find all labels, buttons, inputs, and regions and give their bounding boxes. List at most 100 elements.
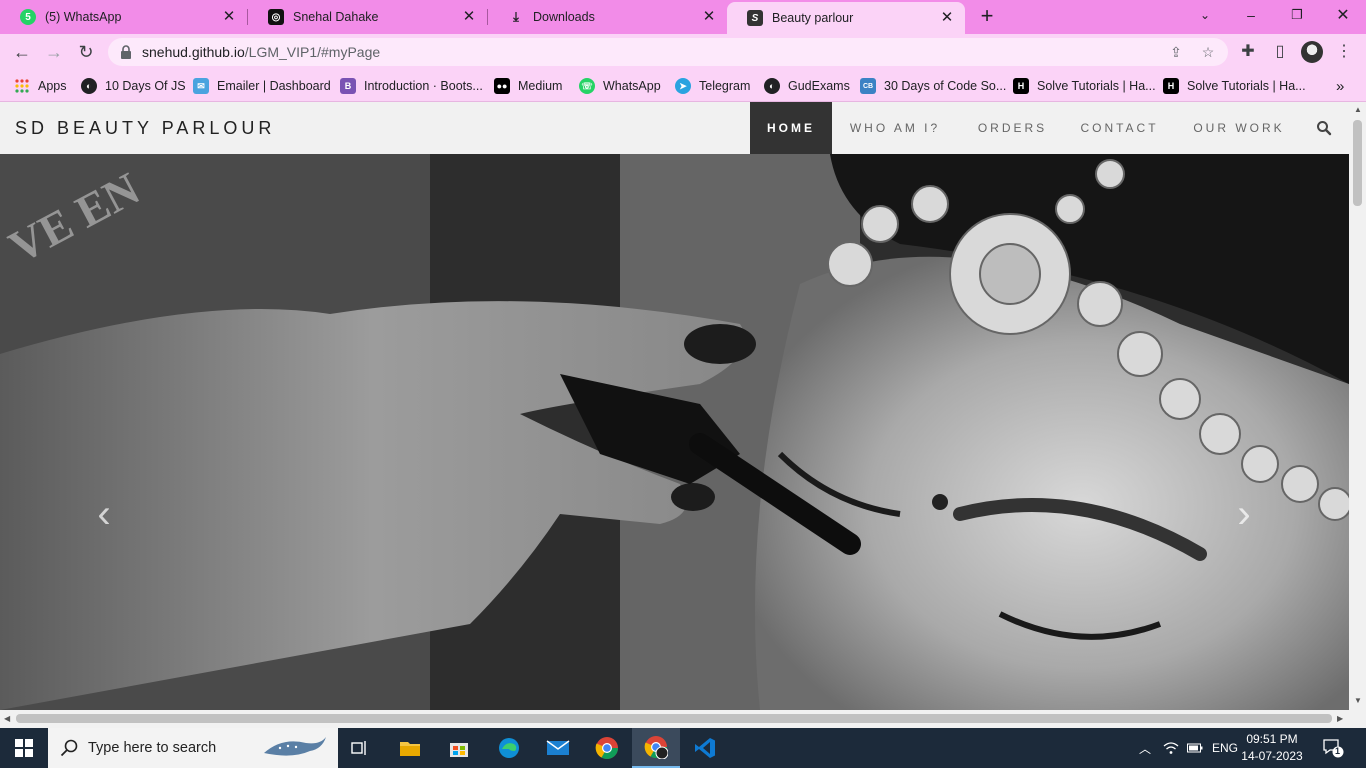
forward-button[interactable]: → [42, 40, 66, 64]
bookmark-whatsapp[interactable]: ☏ WhatsApp [579, 77, 661, 95]
globe-icon: ◐ [81, 78, 97, 94]
scroll-left-icon[interactable]: ◀ [4, 714, 10, 723]
bookmark-bootstrap[interactable]: B Introduction · Boots... [340, 77, 483, 95]
hero-carousel: VE EN ‹ › [0, 154, 1349, 710]
tab-beauty-parlour[interactable]: S Beauty parlour ✕ [727, 2, 965, 34]
notification-center-icon[interactable]: 1 [1322, 738, 1344, 758]
new-tab-button[interactable]: + [976, 5, 998, 28]
share-icon[interactable]: ⇪ [1168, 44, 1184, 60]
close-window-button[interactable]: ✕ [1320, 0, 1366, 30]
hackerrank-icon: H [1163, 78, 1179, 94]
bookmark-label: WhatsApp [603, 79, 661, 93]
file-explorer-icon[interactable] [386, 728, 434, 768]
extensions-icon[interactable]: ✚ [1238, 42, 1258, 62]
scroll-up-icon[interactable]: ▲ [1354, 105, 1362, 114]
telegram-icon: ➤ [675, 78, 691, 94]
nav-contact[interactable]: CONTACT [1068, 102, 1171, 154]
language-indicator[interactable]: ENG [1212, 728, 1238, 768]
close-tab-icon[interactable]: ✕ [461, 9, 477, 25]
vscode-icon[interactable] [681, 728, 729, 768]
tab-title: Downloads [533, 10, 595, 24]
bookmark-label: Emailer | Dashboard [217, 79, 331, 93]
nav-orders[interactable]: ORDERS [965, 102, 1060, 154]
bookmark-apps[interactable]: Apps [14, 77, 67, 95]
horizontal-scroll-thumb[interactable] [16, 714, 1332, 723]
emailer-icon: ✉ [193, 78, 209, 94]
horizontal-scrollbar[interactable]: ◀ ▶ [0, 710, 1349, 728]
side-panel-icon[interactable]: ▯ [1270, 42, 1290, 62]
search-highlight-icon [264, 737, 326, 756]
reload-button[interactable]: ↻ [74, 40, 98, 64]
bookmark-medium[interactable]: ●● Medium [494, 77, 562, 95]
store-icon[interactable] [435, 728, 483, 768]
bookmark-telegram[interactable]: ➤ Telegram [675, 77, 750, 95]
close-tab-icon[interactable]: ✕ [939, 10, 955, 26]
tab-snehal-dahake[interactable]: ◎ Snehal Dahake ✕ [248, 0, 487, 34]
hero-image: VE EN [0, 154, 1349, 710]
chrome-menu-icon[interactable]: ⋮ [1334, 42, 1354, 62]
download-icon: ⤓ [513, 9, 519, 24]
codebeautify-icon: CB [860, 78, 876, 94]
browser-toolbar: ← → ↻ snehud.github.io/LGM_VIP1/#myPage … [0, 34, 1366, 70]
taskbar-clock[interactable]: 09:51 PM 14-07-2023 [1240, 731, 1304, 765]
restore-button[interactable]: ❐ [1274, 0, 1320, 30]
bookmark-10-days-of-js[interactable]: ◐ 10 Days Of JS [81, 77, 186, 95]
taskbar-search-box[interactable]: Type here to search [48, 728, 338, 768]
bookmark-emailer[interactable]: ✉ Emailer | Dashboard [193, 77, 331, 95]
bookmark-30-days-of-code[interactable]: CB 30 Days of Code So... [860, 77, 1006, 95]
search-icon[interactable] [1316, 120, 1332, 136]
medium-icon: ●● [494, 78, 510, 94]
battery-icon[interactable] [1187, 728, 1203, 768]
site-navbar: SD BEAUTY PARLOUR HOME WHO AM I? ORDERS … [0, 102, 1349, 154]
carousel-prev-button[interactable]: ‹ [89, 494, 119, 534]
bootstrap-icon: B [340, 78, 356, 94]
bookmark-label: GudExams [788, 79, 850, 93]
minimize-button[interactable]: – [1228, 0, 1274, 30]
nav-our-work[interactable]: OUR WORK [1180, 102, 1298, 154]
close-tab-icon[interactable]: ✕ [701, 9, 717, 25]
scroll-right-icon[interactable]: ▶ [1337, 714, 1343, 723]
edge-icon[interactable] [485, 728, 533, 768]
tab-whatsapp[interactable]: 5 (5) WhatsApp ✕ [0, 0, 247, 34]
url-host: snehud.github.io [142, 44, 245, 60]
whatsapp-icon: ☏ [579, 78, 595, 94]
clock-time: 09:51 PM [1246, 732, 1298, 746]
mail-icon[interactable] [534, 728, 582, 768]
nav-who-am-i[interactable]: WHO AM I? [835, 102, 955, 154]
nav-home[interactable]: HOME [750, 102, 832, 154]
search-placeholder: Type here to search [88, 740, 217, 756]
show-hidden-icons[interactable]: ︿ [1139, 728, 1151, 768]
start-button[interactable] [0, 728, 48, 768]
tab-strip: 5 (5) WhatsApp ✕ ◎ Snehal Dahake ✕ ⤓ Dow… [0, 0, 1366, 34]
address-bar[interactable]: snehud.github.io/LGM_VIP1/#myPage [108, 38, 1228, 66]
tab-title: (5) WhatsApp [45, 10, 122, 24]
s-site-icon: S [747, 10, 763, 26]
back-button[interactable]: ← [10, 40, 34, 64]
wifi-icon[interactable] [1163, 728, 1179, 768]
profile-site-icon: ◎ [268, 9, 284, 25]
profile-avatar[interactable] [1301, 41, 1323, 63]
bookmarks-bar: Apps ◐ 10 Days Of JS ✉ Emailer | Dashboa… [0, 70, 1366, 102]
bookmark-label: Introduction · Boots... [364, 79, 483, 93]
chrome-profile-icon[interactable] [632, 728, 680, 768]
bookmark-star-icon[interactable]: ☆ [1200, 44, 1216, 60]
chrome-icon[interactable] [583, 728, 631, 768]
tab-search-icon[interactable]: ⌄ [1182, 0, 1228, 30]
lock-icon[interactable] [120, 45, 132, 59]
tab-downloads[interactable]: ⤓ Downloads ✕ [488, 0, 727, 34]
bookmark-label: Solve Tutorials | Ha... [1037, 79, 1156, 93]
vertical-scrollbar[interactable]: ▲ ▼ [1349, 102, 1366, 728]
task-view-icon[interactable] [336, 728, 384, 768]
bookmark-solve-tutorials-1[interactable]: H Solve Tutorials | Ha... [1013, 77, 1156, 95]
bookmark-solve-tutorials-2[interactable]: H Solve Tutorials | Ha... [1163, 77, 1306, 95]
vertical-scroll-thumb[interactable] [1353, 120, 1362, 206]
more-bookmarks-icon[interactable]: » [1336, 77, 1344, 95]
bookmark-gudexams[interactable]: ◐ GudExams [764, 77, 850, 95]
site-brand[interactable]: SD BEAUTY PARLOUR [15, 118, 275, 139]
windows-taskbar: Type here to search ︿ ENG 09:51 PM 14-07… [0, 728, 1366, 768]
apps-grid-icon [15, 79, 29, 93]
bookmark-label: Medium [518, 79, 563, 93]
carousel-next-button[interactable]: › [1229, 494, 1259, 534]
scroll-down-icon[interactable]: ▼ [1354, 696, 1362, 705]
close-tab-icon[interactable]: ✕ [221, 9, 237, 25]
